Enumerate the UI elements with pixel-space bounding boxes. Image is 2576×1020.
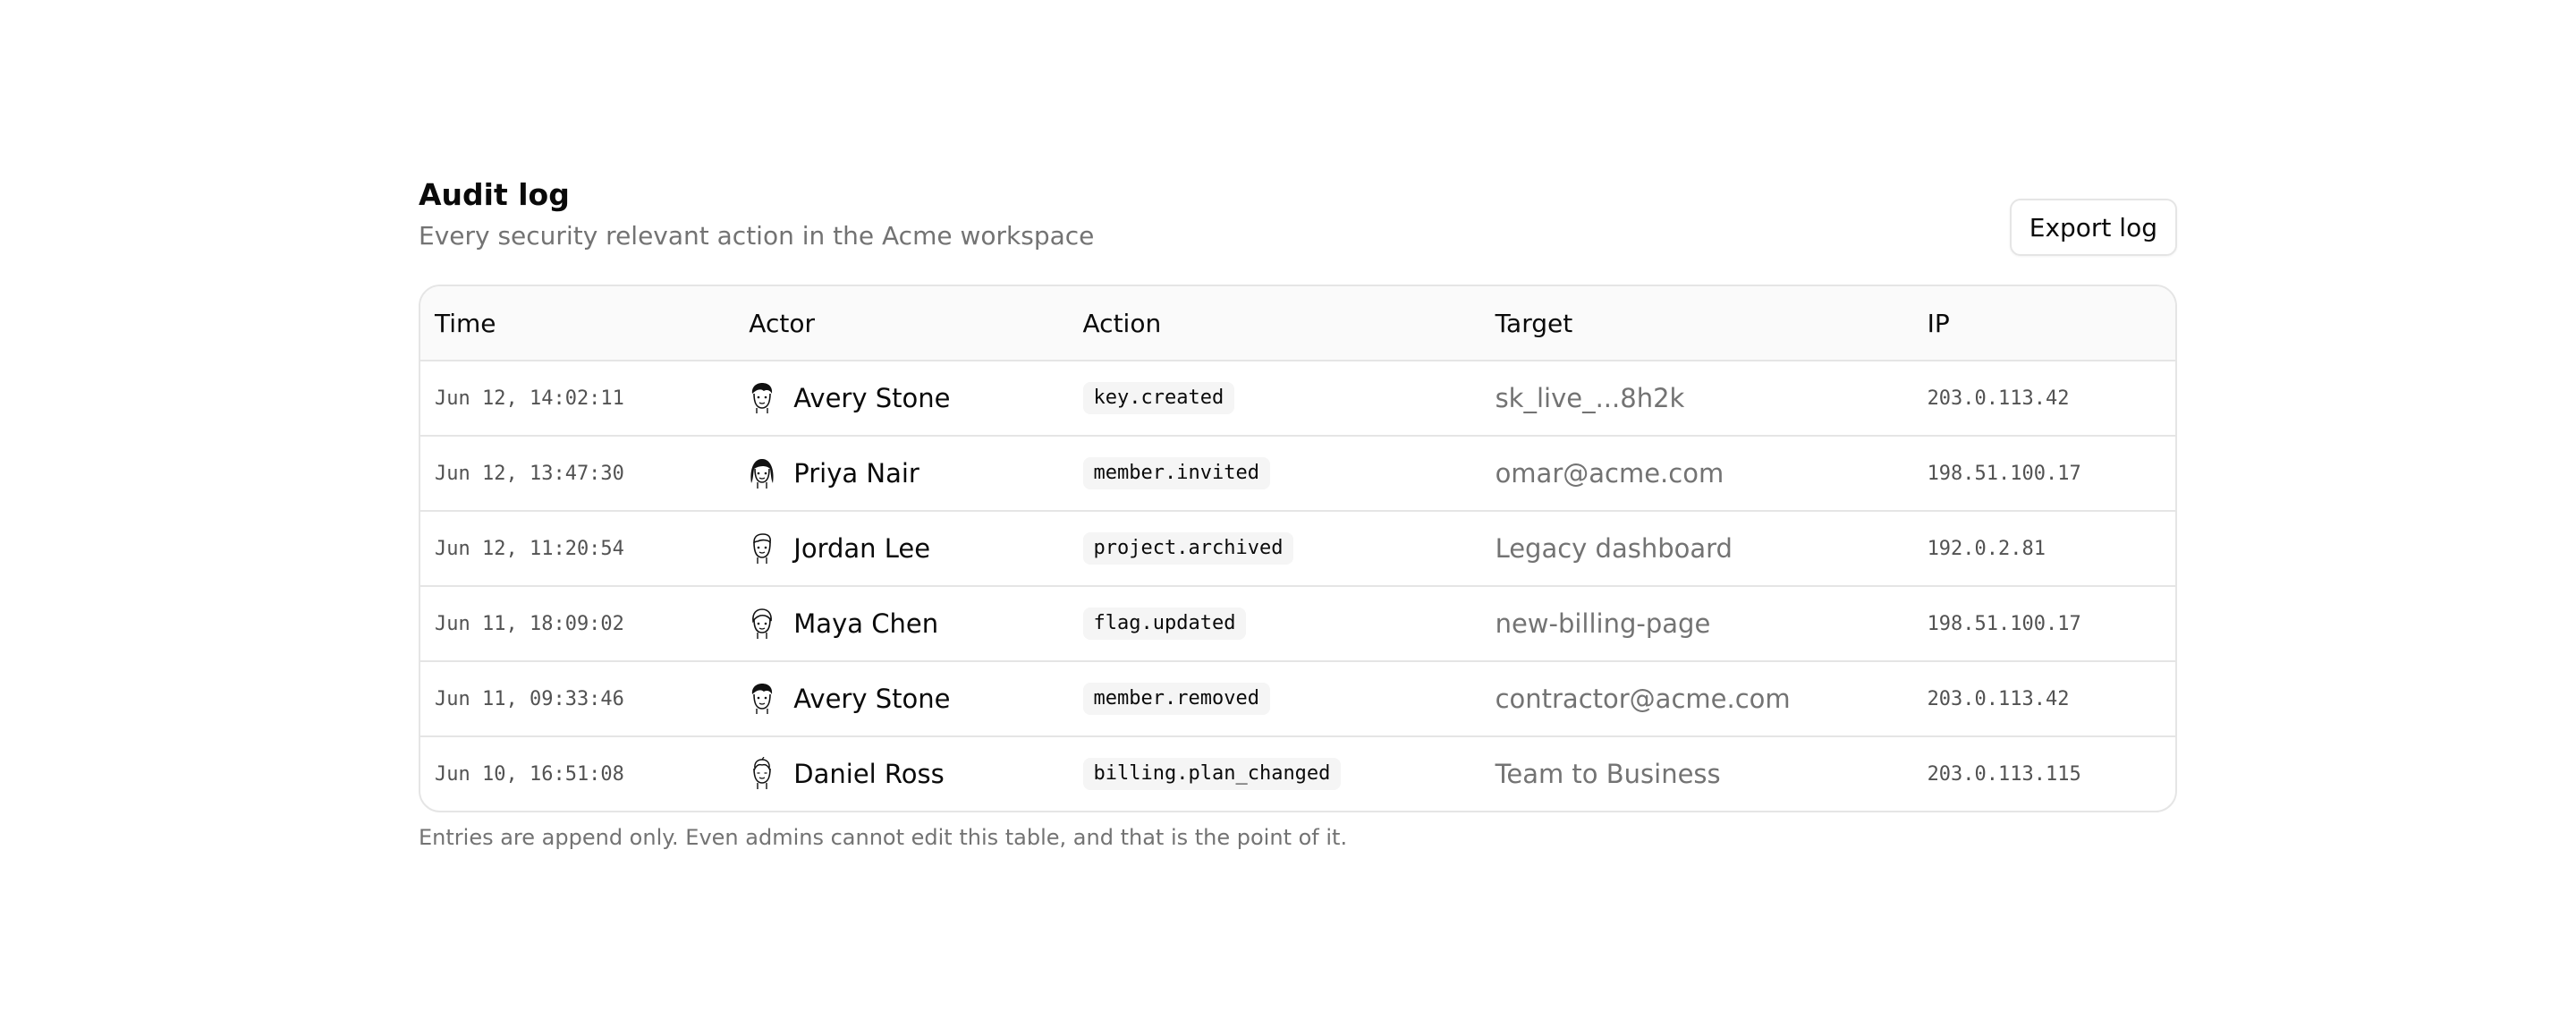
audit-log-table: Time Actor Action Target IP Jun 12, 14:0…: [419, 285, 2177, 812]
action-badge: key.created: [1082, 382, 1235, 414]
row-actor: Maya Chen: [734, 607, 1068, 641]
row-time: Jun 12, 13:47:30: [435, 462, 624, 485]
row-ip: 192.0.2.81: [1927, 537, 2046, 560]
row-time: Jun 11, 09:33:46: [435, 687, 624, 710]
actor-name: Jordan Lee: [793, 533, 931, 564]
table-row: Jun 12, 14:02:11 Avery Stone key.created…: [420, 360, 2175, 435]
row-target: new-billing-page: [1495, 608, 1711, 639]
row-action: project.archived: [1069, 532, 1481, 565]
table-row: Jun 11, 09:33:46 Avery Stone member.remo…: [420, 660, 2175, 735]
row-actor: Avery Stone: [734, 381, 1068, 415]
row-time: Jun 12, 14:02:11: [435, 387, 624, 410]
column-header-time: Time: [435, 308, 496, 338]
row-action: member.invited: [1069, 457, 1481, 489]
row-ip: 198.51.100.17: [1927, 612, 2081, 635]
actor-name: Maya Chen: [793, 608, 939, 639]
column-header-action: Action: [1082, 308, 1162, 338]
row-actor: Priya Nair: [734, 456, 1068, 490]
row-target: Team to Business: [1495, 759, 1721, 789]
action-badge: project.archived: [1082, 532, 1294, 565]
table-footnote: Entries are append only. Even admins can…: [419, 825, 1348, 850]
avatar-maya-icon: [752, 608, 773, 639]
row-target: sk_live_...8h2k: [1495, 383, 1685, 413]
avatar-jordan-icon: [753, 533, 772, 564]
row-action: key.created: [1069, 382, 1481, 414]
row-time: Jun 10, 16:51:08: [435, 762, 624, 786]
page-title: Audit log: [419, 177, 570, 212]
column-header-ip: IP: [1927, 308, 1950, 338]
avatar-daniel-icon: [753, 757, 772, 789]
row-ip: 203.0.113.42: [1927, 387, 2070, 410]
action-badge: flag.updated: [1082, 608, 1247, 640]
actor-name: Avery Stone: [793, 684, 951, 714]
panel-header: Audit log Every security relevant action…: [419, 175, 2177, 285]
actor-name: Daniel Ross: [793, 759, 945, 789]
row-action: member.removed: [1069, 683, 1481, 715]
table-row: Jun 11, 18:09:02 Maya Chen flag.updated …: [420, 585, 2175, 660]
row-time: Jun 12, 11:20:54: [435, 537, 624, 560]
row-actor: Daniel Ross: [734, 757, 1068, 791]
row-target: Legacy dashboard: [1495, 533, 1733, 564]
row-actor: Avery Stone: [734, 682, 1068, 716]
table-header-row: Time Actor Action Target IP: [420, 286, 2175, 360]
row-time: Jun 11, 18:09:02: [435, 612, 624, 635]
table-row: Jun 12, 13:47:30 Priya Nair member.invit…: [420, 435, 2175, 510]
column-header-actor: Actor: [749, 308, 815, 338]
row-actor: Jordan Lee: [734, 531, 1068, 565]
export-log-button[interactable]: Export log: [2009, 199, 2177, 256]
row-ip: 198.51.100.17: [1927, 462, 2081, 485]
avatar-avery-icon: [752, 684, 773, 714]
row-action: billing.plan_changed: [1069, 758, 1481, 790]
avatar-avery-icon: [752, 383, 773, 413]
row-action: flag.updated: [1069, 608, 1481, 640]
row-target: contractor@acme.com: [1495, 684, 1791, 714]
action-badge: member.removed: [1082, 683, 1270, 715]
actor-name: Avery Stone: [793, 383, 951, 413]
column-header-target: Target: [1495, 308, 1573, 338]
page-subtitle: Every security relevant action in the Ac…: [419, 221, 1095, 251]
row-target: omar@acme.com: [1495, 458, 1724, 489]
action-badge: member.invited: [1082, 457, 1270, 489]
audit-log-panel: Audit log Every security relevant action…: [419, 175, 2177, 850]
avatar-priya-icon: [750, 459, 774, 489]
action-badge: billing.plan_changed: [1082, 758, 1342, 790]
row-ip: 203.0.113.115: [1927, 762, 2081, 786]
table-row: Jun 12, 11:20:54 Jordan Lee project.arch…: [420, 510, 2175, 585]
row-ip: 203.0.113.42: [1927, 687, 2070, 710]
actor-name: Priya Nair: [793, 458, 919, 489]
table-row: Jun 10, 16:51:08 Daniel Ross billing.pla…: [420, 735, 2175, 811]
